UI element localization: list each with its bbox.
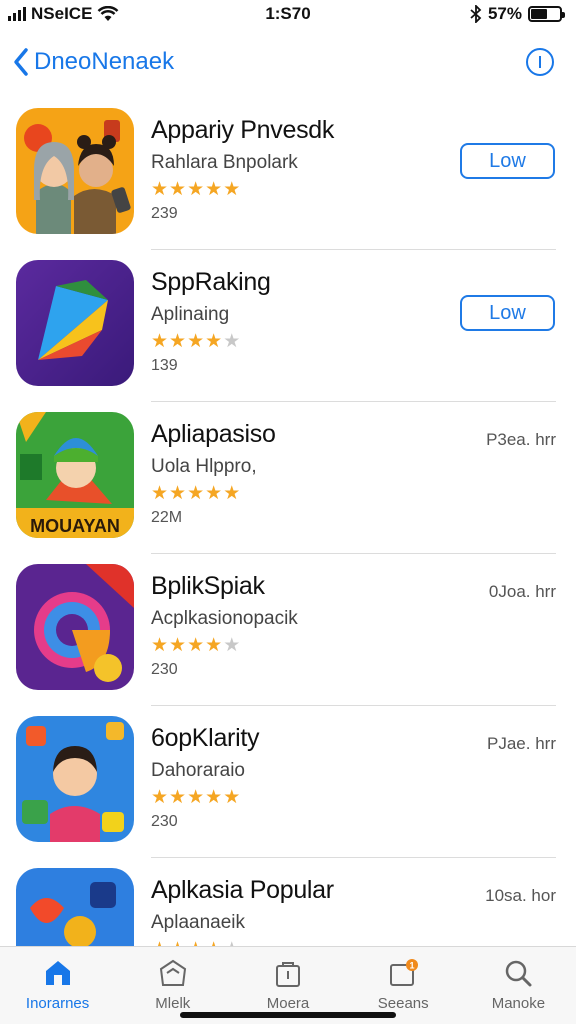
star-icon: ★ <box>151 635 169 656</box>
app-name: Apliapasiso <box>151 420 276 448</box>
star-icon: ★ <box>223 483 241 504</box>
star-rating: ★★★★★ <box>151 636 240 655</box>
list-item[interactable]: Appariy Pnvesdk Rahlara Bnpolark ★ ★ ★ ★ ★ 2… <box>0 98 576 250</box>
star-icon: ★ <box>187 635 205 656</box>
rating-count: 239 <box>151 205 178 222</box>
rating-count: 22M <box>151 509 183 526</box>
tab-bar: Inorarnes Mlelk Moera 1 Seeans Manoke <box>0 946 576 1024</box>
app-subtitle: Aplinaing <box>151 304 230 325</box>
back-button[interactable]: DneoNenaek <box>12 47 174 77</box>
star-rating: ★★★★★ <box>151 332 240 351</box>
star-rating: ★★★★★ <box>151 180 240 199</box>
rating-count: 139 <box>151 357 178 374</box>
app-list: Appariy Pnvesdk Rahlara Bnpolark ★ ★ ★ ★ ★ 2… <box>0 98 576 1010</box>
app-subtitle: Acplkasionopacik <box>151 608 298 629</box>
star-icon: ★ <box>151 483 169 504</box>
app-name: BplikSpiak <box>151 572 265 600</box>
wifi-icon <box>98 6 119 21</box>
app-name: SppRaking <box>151 268 271 296</box>
app-subtitle: Uola Hlppro, <box>151 456 257 477</box>
star-icon: ★ <box>151 331 169 352</box>
tab-home[interactable]: Inorarnes <box>0 947 115 1024</box>
star-icon: ★ <box>187 483 205 504</box>
app-icon[interactable] <box>16 564 134 690</box>
star-icon: ★ <box>169 179 187 200</box>
app-subtitle: Dahoraraio <box>151 760 245 781</box>
star-icon: ★ <box>205 787 223 808</box>
app-icon[interactable] <box>16 108 134 234</box>
star-icon: ★ <box>205 331 223 352</box>
nav-bar: DneoNenaek <box>0 40 576 84</box>
status-bar: NSeICE 1:S70 57% <box>0 0 576 28</box>
star-icon: ★ <box>169 787 187 808</box>
svg-text:1: 1 <box>410 961 415 971</box>
price-label[interactable]: 0Joa. hrr <box>489 582 556 602</box>
home-indicator[interactable] <box>180 1012 396 1018</box>
app-subtitle: Aplaanaeik <box>151 912 246 933</box>
battery-icon <box>528 6 565 22</box>
app-icon[interactable]: MOUAYAN <box>16 412 134 538</box>
tab-label: Manoke <box>491 995 546 1012</box>
back-label: DneoNenaek <box>34 48 175 75</box>
star-icon: ★ <box>151 787 169 808</box>
tab-label: Moera <box>266 995 310 1012</box>
updates-icon: 1 <box>390 959 419 986</box>
star-rating: ★★★★★ <box>151 484 240 503</box>
list-item[interactable]: BplikSpiak Acplkasionopacik ★ ★ ★ ★ ★ 230 0J… <box>0 554 576 706</box>
bag-icon <box>276 962 300 987</box>
tab-label: Inorarnes <box>25 995 90 1012</box>
get-button[interactable]: Low <box>460 295 555 331</box>
list-item[interactable]: SppRaking Aplinaing ★ ★ ★ ★ ★ 139 Low <box>0 250 576 402</box>
app-name: Aplkasia Popular <box>151 876 334 904</box>
carrier-label: NSeICE <box>31 4 93 23</box>
star-icon: ★ <box>169 635 187 656</box>
star-icon: ★ <box>169 331 187 352</box>
bluetooth-icon <box>470 5 482 23</box>
app-name: Appariy Pnvesdk <box>151 116 335 144</box>
star-icon: ★ <box>187 787 205 808</box>
app-name: 6opKlarity <box>151 724 260 752</box>
svg-text:MOUAYAN: MOUAYAN <box>30 516 120 536</box>
star-icon: ★ <box>223 635 241 656</box>
battery-fill <box>531 9 547 19</box>
star-icon: ★ <box>205 483 223 504</box>
search-icon <box>506 960 532 987</box>
signal-icon <box>8 7 26 21</box>
info-button[interactable] <box>526 48 554 76</box>
store-icon <box>159 959 186 986</box>
star-icon: ★ <box>169 483 187 504</box>
app-subtitle: Rahlara Bnpolark <box>151 152 298 173</box>
tab-label: Seeans <box>377 995 429 1012</box>
star-rating: ★★★★★ <box>151 788 240 807</box>
star-icon: ★ <box>205 179 223 200</box>
home-icon <box>45 961 70 985</box>
get-button[interactable]: Low <box>460 143 555 179</box>
star-icon: ★ <box>223 787 241 808</box>
chevron-left-icon <box>14 48 28 76</box>
battery-percent: 57% <box>487 4 522 23</box>
list-item[interactable]: 6opKlarity Dahoraraio ★ ★ ★ ★ ★ 230 PJae. hr… <box>0 706 576 858</box>
info-icon <box>539 56 541 68</box>
star-icon: ★ <box>205 635 223 656</box>
app-icon[interactable] <box>16 716 134 842</box>
price-label[interactable]: P3ea. hrr <box>486 430 556 450</box>
star-icon: ★ <box>151 179 169 200</box>
rating-count: 230 <box>151 813 178 830</box>
price-label[interactable]: PJae. hrr <box>487 734 556 754</box>
tab-search[interactable]: Manoke <box>461 947 576 1024</box>
star-icon: ★ <box>187 179 205 200</box>
rating-count: 230 <box>151 661 178 678</box>
tab-label: Mlelk <box>155 995 191 1012</box>
app-icon[interactable] <box>16 260 134 386</box>
list-item[interactable]: MOUAYAN Apliapasiso Uola Hlppro, ★ ★ ★ ★ ★ 2… <box>0 402 576 554</box>
price-label[interactable]: 10sa. hor <box>485 886 556 906</box>
star-icon: ★ <box>187 331 205 352</box>
star-icon: ★ <box>223 179 241 200</box>
star-icon: ★ <box>223 331 241 352</box>
